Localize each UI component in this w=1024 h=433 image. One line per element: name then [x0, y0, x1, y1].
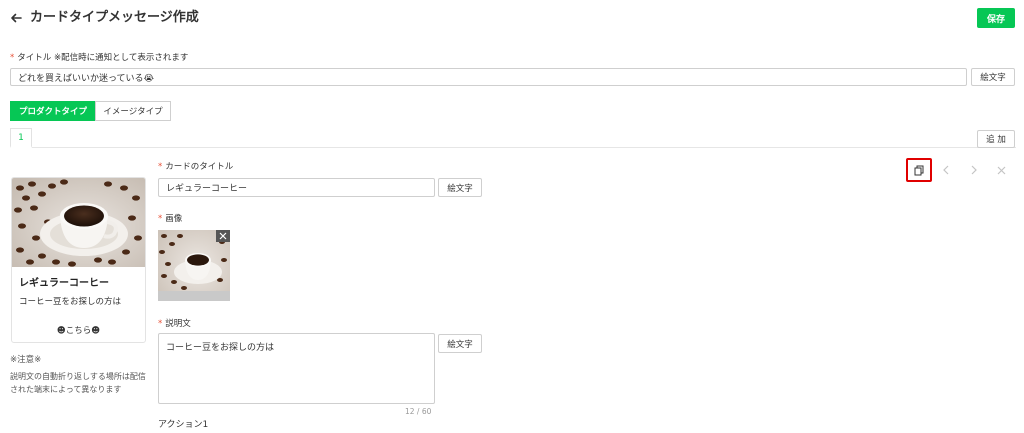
- card-title-label: * カードのタイトル: [158, 162, 234, 172]
- close-icon: [219, 232, 227, 240]
- title-emoji-button[interactable]: 絵文字: [971, 68, 1015, 86]
- add-card-button[interactable]: 追 加: [977, 130, 1015, 148]
- note-title: ※注意※: [10, 355, 42, 365]
- description-emoji-button[interactable]: 絵文字: [438, 334, 482, 353]
- required-mark: *: [158, 319, 163, 329]
- description-textarea[interactable]: コーヒー豆をお探しの方は: [158, 333, 435, 404]
- page-title: カードタイプメッセージ作成: [30, 10, 199, 25]
- copy-card-button[interactable]: [906, 158, 932, 182]
- required-mark: *: [158, 162, 163, 172]
- description-label: * 説明文: [158, 319, 191, 329]
- char-counter: 12 / 60: [405, 407, 432, 416]
- preview-action-link[interactable]: ☻こちら☻: [12, 324, 145, 336]
- action-1-label: アクション1: [158, 420, 209, 430]
- title-input[interactable]: どれを買えばいいか迷っている😭: [10, 68, 967, 86]
- tab-product-type[interactable]: プロダクトタイプ: [10, 101, 96, 121]
- required-mark: *: [158, 214, 163, 224]
- save-button[interactable]: 保存: [977, 8, 1015, 28]
- remove-image-button[interactable]: [216, 230, 230, 242]
- back-arrow-icon[interactable]: [8, 10, 24, 26]
- required-mark: *: [10, 53, 15, 63]
- coffee-image: [12, 178, 145, 267]
- preview-title: レギュラーコーヒー: [19, 278, 109, 289]
- copy-icon: [914, 165, 924, 175]
- note-body: 説明文の自動折り返しする場所は配信された端末によって異なります: [10, 372, 146, 394]
- card-tab-1[interactable]: 1: [10, 128, 32, 148]
- card-title-input[interactable]: レギュラーコーヒー: [158, 178, 435, 197]
- chevron-left-icon[interactable]: [937, 161, 955, 179]
- close-icon[interactable]: [992, 161, 1010, 179]
- image-label: * 画像: [158, 214, 183, 224]
- card-title-emoji-button[interactable]: 絵文字: [438, 178, 482, 197]
- preview-description: コーヒー豆をお探しの方は: [19, 297, 122, 307]
- tab-divider: [10, 147, 1016, 148]
- chevron-right-icon[interactable]: [965, 161, 983, 179]
- tab-image-type[interactable]: イメージタイプ: [95, 101, 171, 121]
- title-field-label: * タイトル ※配信時に通知として表示されます: [10, 53, 189, 63]
- card-preview: レギュラーコーヒー コーヒー豆をお探しの方は ☻こちら☻: [11, 177, 146, 343]
